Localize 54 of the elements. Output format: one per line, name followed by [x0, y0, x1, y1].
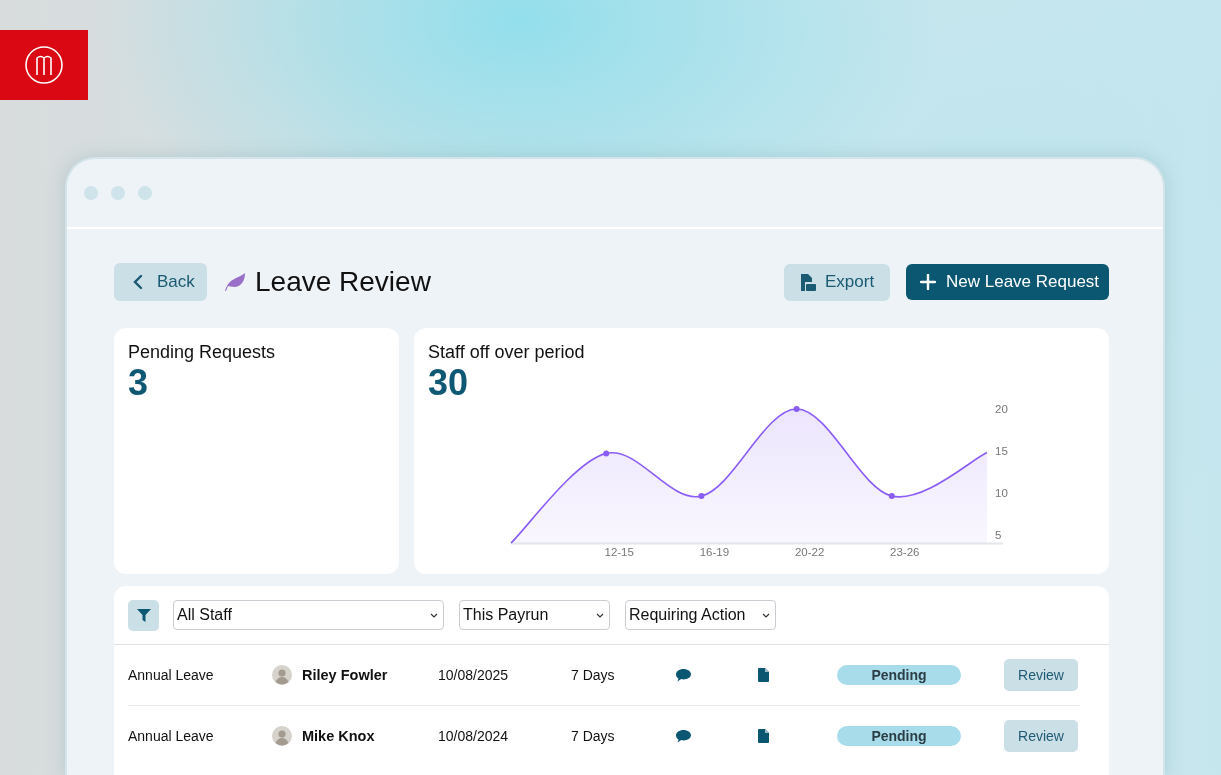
chevron-down-icon — [762, 612, 770, 618]
status-badge: Pending — [837, 726, 961, 746]
filter-dropdown[interactable]: Requiring Action — [625, 600, 776, 630]
review-button[interactable]: Review — [1004, 659, 1078, 691]
employee-name: Riley Fowler — [302, 667, 388, 683]
window-control-dot — [84, 186, 98, 200]
data-point — [698, 493, 705, 500]
page-title: Leave Review — [255, 266, 431, 298]
y-tick-label: 5 — [995, 528, 1002, 541]
x-tick-label: 16-19 — [699, 546, 730, 558]
plus-icon — [920, 274, 936, 290]
filter-dropdown[interactable]: This Payrun — [459, 600, 610, 630]
stat-value: 3 — [128, 365, 150, 401]
avatar-icon — [272, 665, 292, 685]
leave-type: Annual Leave — [128, 728, 215, 744]
document-icon — [758, 668, 769, 682]
csv-file-icon — [800, 272, 817, 292]
leaf-icon — [224, 272, 246, 292]
data-point — [793, 406, 800, 412]
window-control-dot — [111, 186, 125, 200]
leave-date: 10/08/2024 — [438, 728, 510, 744]
comment-icon — [676, 729, 691, 743]
data-point — [603, 450, 610, 457]
chevron-down-icon — [430, 612, 438, 618]
y-tick-label: 20 — [995, 403, 1008, 415]
document-icon — [758, 729, 769, 743]
export-button[interactable]: Export — [784, 263, 890, 301]
y-tick-label: 15 — [995, 444, 1008, 457]
y-tick-label: 10 — [995, 486, 1008, 499]
x-tick-label: 23-26 — [890, 546, 920, 558]
x-tick-label: 12-15 — [604, 546, 634, 558]
leave-duration: 7 Days — [571, 667, 616, 683]
review-button[interactable]: Review — [1004, 720, 1078, 752]
employee-name: Mike Knox — [302, 728, 375, 744]
back-button[interactable]: Back — [114, 263, 207, 301]
avatar-icon — [272, 726, 292, 746]
leave-date: 10/08/2025 — [438, 667, 510, 683]
chevron-down-icon — [596, 612, 604, 618]
logo-icon — [0, 30, 88, 100]
comment-icon — [676, 668, 691, 682]
x-tick-label: 20-22 — [794, 546, 825, 558]
data-point — [888, 493, 895, 500]
filter-button[interactable] — [128, 599, 159, 631]
card-title: Pending Requests — [128, 342, 277, 363]
leave-type: Annual Leave — [128, 667, 215, 683]
filter-icon — [136, 608, 151, 622]
filter-dropdown[interactable]: All Staff — [173, 600, 444, 630]
leave-duration: 7 Days — [571, 728, 616, 744]
card-title: Staff off over period — [428, 342, 586, 363]
new-leave-request-button[interactable]: New Leave Request — [906, 264, 1109, 300]
chevron-left-icon — [133, 274, 143, 290]
stat-value: 30 — [428, 365, 470, 401]
status-badge: Pending — [837, 665, 961, 685]
window-control-dot — [138, 186, 152, 200]
